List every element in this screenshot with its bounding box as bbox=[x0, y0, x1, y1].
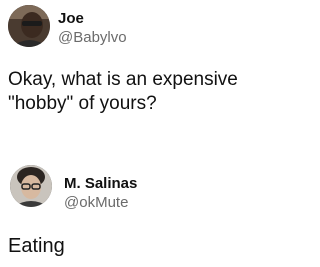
tweet-author: M. Salinas @okMute bbox=[64, 175, 137, 212]
tweet-author: Joe @Babylvo bbox=[58, 10, 127, 47]
tweet-text: Eating bbox=[8, 235, 65, 257]
display-name[interactable]: M. Salinas bbox=[64, 175, 137, 193]
tweet-card: M. Salinas @okMute Eating bbox=[0, 160, 300, 267]
profile-photo-icon bbox=[10, 165, 52, 207]
tweet-card: Joe @Babylvo Okay, what is an expensive … bbox=[0, 0, 300, 145]
display-name[interactable]: Joe bbox=[58, 10, 127, 28]
profile-photo-icon bbox=[8, 5, 50, 47]
avatar[interactable] bbox=[10, 165, 52, 207]
handle[interactable]: @Babylvo bbox=[58, 29, 127, 47]
tweet-text: Okay, what is an expensive "hobby" of yo… bbox=[8, 69, 238, 114]
avatar[interactable] bbox=[8, 5, 50, 47]
handle[interactable]: @okMute bbox=[64, 194, 137, 212]
